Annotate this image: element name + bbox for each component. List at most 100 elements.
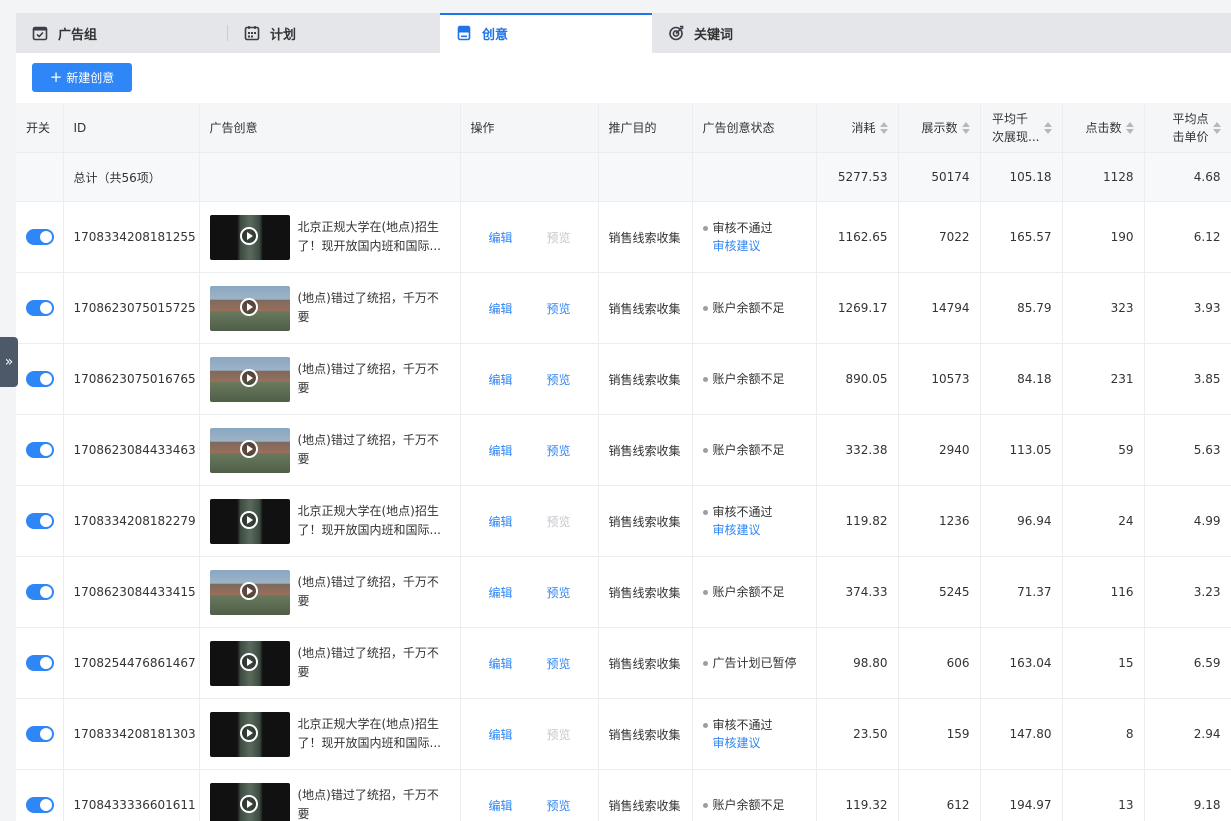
video-thumbnail[interactable] (209, 711, 290, 757)
enable-toggle[interactable] (26, 655, 54, 671)
edit-link[interactable]: 编辑 (489, 371, 547, 388)
preview-link[interactable]: 预览 (547, 371, 598, 388)
creative-cell: (地点)错过了统招，千万不要再错过全日制大学招生，... (199, 414, 461, 486)
impressions-cell: 2940 (898, 414, 981, 486)
clicks-cell: 24 (1062, 485, 1145, 557)
col-cost-label: 消耗 (851, 120, 876, 135)
ops-cell: 编辑 预览 (460, 272, 599, 344)
status-cell: 审核不通过 审核建议 (692, 698, 817, 770)
creative-text: 北京正规大学在(地点)招生 了！现开放国内班和国际... (298, 715, 450, 753)
edit-link[interactable]: 编辑 (489, 229, 547, 246)
play-icon[interactable] (239, 794, 258, 813)
status-cell: 审核不通过 审核建议 (692, 485, 817, 557)
sort-icon[interactable] (1212, 121, 1221, 134)
creative-line: (地点)错过了统招，千万不要 (297, 646, 439, 679)
sort-icon[interactable] (961, 122, 970, 134)
tab-creative[interactable]: 创意 (440, 13, 652, 53)
summary-cell (460, 152, 599, 202)
tab-bar: 广告组 计划 创意 关键词 (16, 13, 1231, 53)
enable-toggle[interactable] (26, 229, 54, 245)
row-id: 1708334208181303 (63, 698, 200, 770)
col-cpc-label-2: 击单价 (1172, 129, 1209, 144)
preview-link[interactable]: 预览 (547, 655, 598, 672)
tab-plan[interactable]: 计划 (228, 13, 440, 53)
table-header: 开关 ID 广告创意 操作 推广目的 广告创意状态 消耗 展示数 平均千 次展现.… (16, 103, 1231, 153)
video-thumbnail[interactable] (209, 214, 290, 260)
preview-link[interactable]: 预览 (547, 584, 598, 601)
enable-toggle[interactable] (26, 442, 54, 458)
row-id: 1708334208182279 (63, 485, 200, 557)
ops-cell: 编辑 预览 (460, 343, 599, 415)
summary-impressions: 50174 (898, 152, 981, 202)
enable-toggle[interactable] (26, 300, 54, 316)
tab-label: 创意 (482, 27, 509, 43)
table-row: 1708433336601611 (地点)错过了统招，千万不要再错过大学招生，学信… (16, 769, 1231, 821)
cpm-cell: 163.04 (980, 627, 1063, 699)
enable-toggle[interactable] (26, 371, 54, 387)
play-icon[interactable] (239, 439, 258, 458)
creative-cell: 北京正规大学在(地点)招生 了！现开放国内班和国际... (199, 485, 461, 557)
enable-toggle[interactable] (26, 584, 54, 600)
status-cell: 账户余额不足 (692, 769, 817, 821)
tab-keyword[interactable]: 关键词 (652, 13, 864, 53)
col-cpc[interactable]: 平均点 击单价 (1144, 103, 1231, 153)
enable-toggle[interactable] (26, 513, 54, 529)
video-thumbnail[interactable] (209, 498, 290, 544)
video-thumbnail[interactable] (209, 640, 290, 686)
summary-cell (692, 152, 817, 202)
creative-cell: (地点)错过了统招，千万不要再错过全日制大学招生，... (199, 556, 461, 628)
review-advice-link[interactable]: 审核建议 (703, 521, 761, 539)
sort-icon[interactable] (1125, 122, 1134, 134)
video-thumbnail[interactable] (209, 569, 290, 615)
edit-link[interactable]: 编辑 (489, 300, 547, 317)
play-icon[interactable] (239, 368, 258, 387)
enable-toggle[interactable] (26, 726, 54, 742)
edit-link[interactable]: 编辑 (489, 797, 547, 814)
enable-toggle[interactable] (26, 797, 54, 813)
table-row: 1708334208182279 北京正规大学在(地点)招生 了！现开放国内班和国际… (16, 485, 1231, 557)
cost-cell: 1162.65 (816, 201, 899, 273)
status-cell: 审核不通过审核建议 (692, 201, 817, 273)
status-dot (702, 377, 708, 382)
col-clicks[interactable]: 点击数 (1062, 103, 1145, 153)
col-id: ID (63, 103, 200, 153)
status-text: 审核不通过 (712, 221, 773, 235)
play-icon[interactable] (239, 723, 258, 742)
table-row: 1708623075016765 (地点)错过了统招，千万不要再错过全日制大学招生… (16, 343, 1231, 415)
video-thumbnail[interactable] (209, 427, 290, 473)
tab-ad-group[interactable]: 广告组 (16, 13, 228, 53)
edit-link[interactable]: 编辑 (489, 726, 547, 743)
edit-link[interactable]: 编辑 (489, 513, 547, 530)
preview-link[interactable]: 预览 (547, 442, 598, 459)
edit-link[interactable]: 编辑 (489, 584, 547, 601)
summary-cell (199, 152, 461, 202)
row-id: 1708334208181255 (63, 201, 200, 273)
sort-icon[interactable] (879, 122, 888, 134)
impressions-cell: 7022 (898, 201, 981, 273)
video-thumbnail[interactable] (209, 285, 290, 331)
play-icon[interactable] (239, 297, 258, 316)
col-cpm[interactable]: 平均千 次展现... (980, 103, 1063, 153)
summary-cost: 5277.53 (816, 152, 899, 202)
video-thumbnail[interactable] (209, 782, 290, 821)
play-icon[interactable] (239, 226, 258, 245)
sort-icon[interactable] (1043, 121, 1052, 134)
new-creative-button[interactable]: + 新建创意 (32, 63, 132, 92)
creative-text: (地点)错过了统招，千万不要再错过全日制大学扩招，... (298, 644, 450, 682)
review-advice-link[interactable]: 审核建议 (703, 734, 761, 752)
status-text: 账户余额不足 (712, 585, 785, 599)
edit-link[interactable]: 编辑 (489, 655, 547, 672)
play-icon[interactable] (239, 510, 258, 529)
status-text: 广告计划已暂停 (712, 656, 797, 670)
expand-sidebar-handle[interactable]: » (0, 337, 18, 387)
edit-link[interactable]: 编辑 (489, 442, 547, 459)
preview-link[interactable]: 预览 (547, 797, 598, 814)
clicks-cell: 8 (1062, 698, 1145, 770)
play-icon[interactable] (239, 652, 258, 671)
video-thumbnail[interactable] (209, 356, 290, 402)
play-icon[interactable] (239, 581, 258, 600)
col-impressions[interactable]: 展示数 (898, 103, 981, 153)
review-advice-link[interactable]: 审核建议 (703, 237, 761, 255)
preview-link[interactable]: 预览 (547, 300, 598, 317)
col-cost[interactable]: 消耗 (816, 103, 899, 153)
